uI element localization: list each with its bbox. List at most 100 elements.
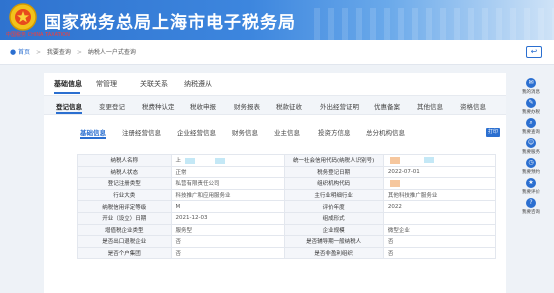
field-value: 2021-12-03 (170, 211, 285, 225)
field-value: 私营有限责任公司 (170, 177, 285, 190)
field-label: 主行业明细行业 (283, 188, 384, 202)
value-text: 服务型 (175, 227, 193, 234)
sidebar-item[interactable]: ★ 我要评价 (508, 178, 554, 195)
query-icon: ⌕ (526, 118, 536, 128)
redaction-mask (423, 157, 434, 164)
label-text: 统一社会信用代码(纳税人识别号) (293, 158, 375, 165)
tab-change-registration[interactable]: 变更登记 (99, 101, 125, 111)
location-pin-icon: ● (10, 48, 17, 56)
tab-compliance[interactable]: 纳税遵从 (184, 79, 212, 89)
tab-outbound-certificate[interactable]: 外出经营证明 (320, 101, 359, 111)
tab-registration-info[interactable]: 登记信息 (56, 101, 82, 111)
field-label: 组织机构代码 (283, 177, 384, 190)
sidebar-item-label: 我要查询 (522, 130, 540, 135)
tab-tax-type-recognition[interactable]: 税费种认定 (142, 101, 175, 111)
field-label: 增值税企业类型 (77, 223, 172, 237)
field-label: 纳税人名称 (77, 154, 172, 167)
subtab-basic-info[interactable]: 基础信息 (80, 127, 106, 137)
subtab-underline (80, 137, 106, 139)
value-text: 2022 (387, 203, 402, 210)
sidebar-item[interactable]: ◷ 我要预约 (508, 158, 554, 175)
label-text: 是否个户集团 (107, 251, 141, 258)
label-text: 主行业明细行业 (314, 193, 353, 200)
value-text: 其他科技推广服务业 (387, 193, 438, 200)
tab-financial-statements[interactable]: 财务报表 (234, 101, 260, 111)
table-row: 纳税人状态 正常 税务登记日期 2022-07-01 (77, 165, 497, 179)
subtab-finance-info[interactable]: 财务信息 (232, 127, 258, 137)
field-value: 上 (170, 154, 285, 167)
field-value: 2022 (382, 200, 497, 213)
sidebar-item[interactable]: ✎ 我要办税 (508, 98, 554, 115)
redaction-mask (215, 157, 226, 164)
field-label: 行业大类 (77, 188, 172, 202)
field-label: 是否个户集团 (77, 246, 172, 260)
field-label: 纳税信用评定等级 (77, 200, 172, 213)
label-text: 评价年度 (322, 204, 345, 211)
label-text: 登记注册类型 (107, 181, 141, 188)
tab-tax-declaration[interactable]: 税收申报 (190, 101, 216, 111)
value-text: 否 (175, 239, 182, 246)
redaction-mask (389, 179, 400, 187)
field-label: 是否非盈利组织 (283, 246, 384, 260)
banner-great-wall-decoration (314, 8, 554, 40)
field-value: 否 (170, 235, 285, 248)
subtab-investor-info[interactable]: 投资方信息 (318, 127, 351, 137)
sidebar-item-label: 我要评价 (522, 190, 540, 195)
field-label: 统一社会信用代码(纳税人识别号) (283, 154, 384, 167)
table-row: 是否个户集团 否 是否非盈利组织 否 (77, 246, 497, 260)
breadcrumb-separator: > (35, 49, 41, 56)
tax-handle-icon: ✎ (526, 98, 536, 108)
label-text: 增值税企业类型 (105, 227, 144, 234)
subtab-registered-operation[interactable]: 注册经营信息 (122, 127, 161, 137)
value-text: 否 (387, 251, 394, 258)
label-text: 纳税人名称 (110, 158, 139, 165)
subtab-branch-info[interactable]: 总分机构信息 (366, 127, 405, 137)
breadcrumb-home[interactable]: 首页 (18, 49, 30, 56)
tab-relations[interactable]: 关联关系 (140, 79, 168, 89)
header-banner: 中国税务 CHINA TAXATION 国家税务总局上海市电子税务局 (0, 0, 554, 40)
table-row: 纳税信用评定等级 M 评价年度 2022 (77, 200, 497, 213)
back-button[interactable]: ↩ (526, 46, 542, 58)
sidebar-item-label: 我要预约 (522, 170, 540, 175)
sidebar-item[interactable]: ✉ 我的消息 (508, 78, 554, 95)
sidebar-item[interactable]: ? 我要咨询 (508, 198, 554, 215)
tab-preferential-filing[interactable]: 优惠备案 (374, 101, 400, 111)
sidebar-item[interactable]: ☺ 我要服务 (508, 138, 554, 155)
breadcrumb-query[interactable]: 我要查询 (47, 49, 71, 56)
table-row: 增值税企业类型 服务型 企业规模 微型企业 (77, 223, 497, 237)
field-label: 是否出口退税企业 (77, 235, 172, 248)
field-label: 组成形式 (283, 211, 384, 225)
sidebar-item[interactable]: ⌕ 我要查询 (508, 118, 554, 135)
label-text: 开业（设立）日期 (102, 216, 147, 223)
message-icon: ✉ (526, 78, 536, 88)
field-label: 税务登记日期 (283, 165, 384, 179)
site-title: 国家税务总局上海市电子税务局 (44, 13, 296, 33)
value-text: 微型企业 (387, 227, 410, 234)
label-text: 企业规模 (322, 227, 345, 234)
table-row: 行业大类 科技推广和应用服务业 主行业明细行业 其他科技推广服务业 (77, 188, 497, 202)
value-text: 正常 (175, 169, 187, 176)
field-label: 登记注册类型 (77, 177, 172, 190)
subtab-business-operation[interactable]: 企业经营信息 (177, 127, 216, 137)
right-sidebar: ✉ 我的消息 ✎ 我要办税 ⌕ 我要查询 ☺ 我要服务 ◷ 我要预约 ★ 我要评价 ? 我要咨询 (508, 78, 554, 293)
service-icon: ☺ (526, 138, 536, 148)
breadcrumb: ● 首页 > 我要查询 > 纳税人一户式查询 (10, 47, 136, 56)
return-arrow-icon: ↩ (530, 47, 538, 56)
print-button[interactable]: 打印 (486, 128, 500, 137)
field-value: 否 (382, 235, 497, 248)
tab-basic-info[interactable]: 基础信息 (54, 79, 82, 89)
tab-other-info[interactable]: 其他信息 (417, 101, 443, 111)
tax-emblem-icon (9, 3, 37, 31)
field-value: M (170, 200, 285, 213)
main-panel: 基础信息 常管理 关联关系 纳税遵从 登记信息 变更登记 税费种认定 税收申报 … (44, 73, 506, 293)
subtab-owner-info[interactable]: 业主信息 (274, 127, 300, 137)
label-text: 组织机构代码 (317, 181, 351, 188)
tab-tax-collection[interactable]: 税款征收 (276, 101, 302, 111)
tab-qualification-info[interactable]: 资格信息 (460, 101, 486, 111)
value-text: 私营有限责任公司 (175, 181, 220, 188)
value-text: M (175, 203, 181, 210)
label-text: 纳税人状态 (110, 169, 139, 176)
tab-daily-management[interactable]: 常管理 (96, 79, 117, 89)
field-label: 企业规模 (283, 223, 384, 237)
consult-icon: ? (526, 198, 536, 208)
